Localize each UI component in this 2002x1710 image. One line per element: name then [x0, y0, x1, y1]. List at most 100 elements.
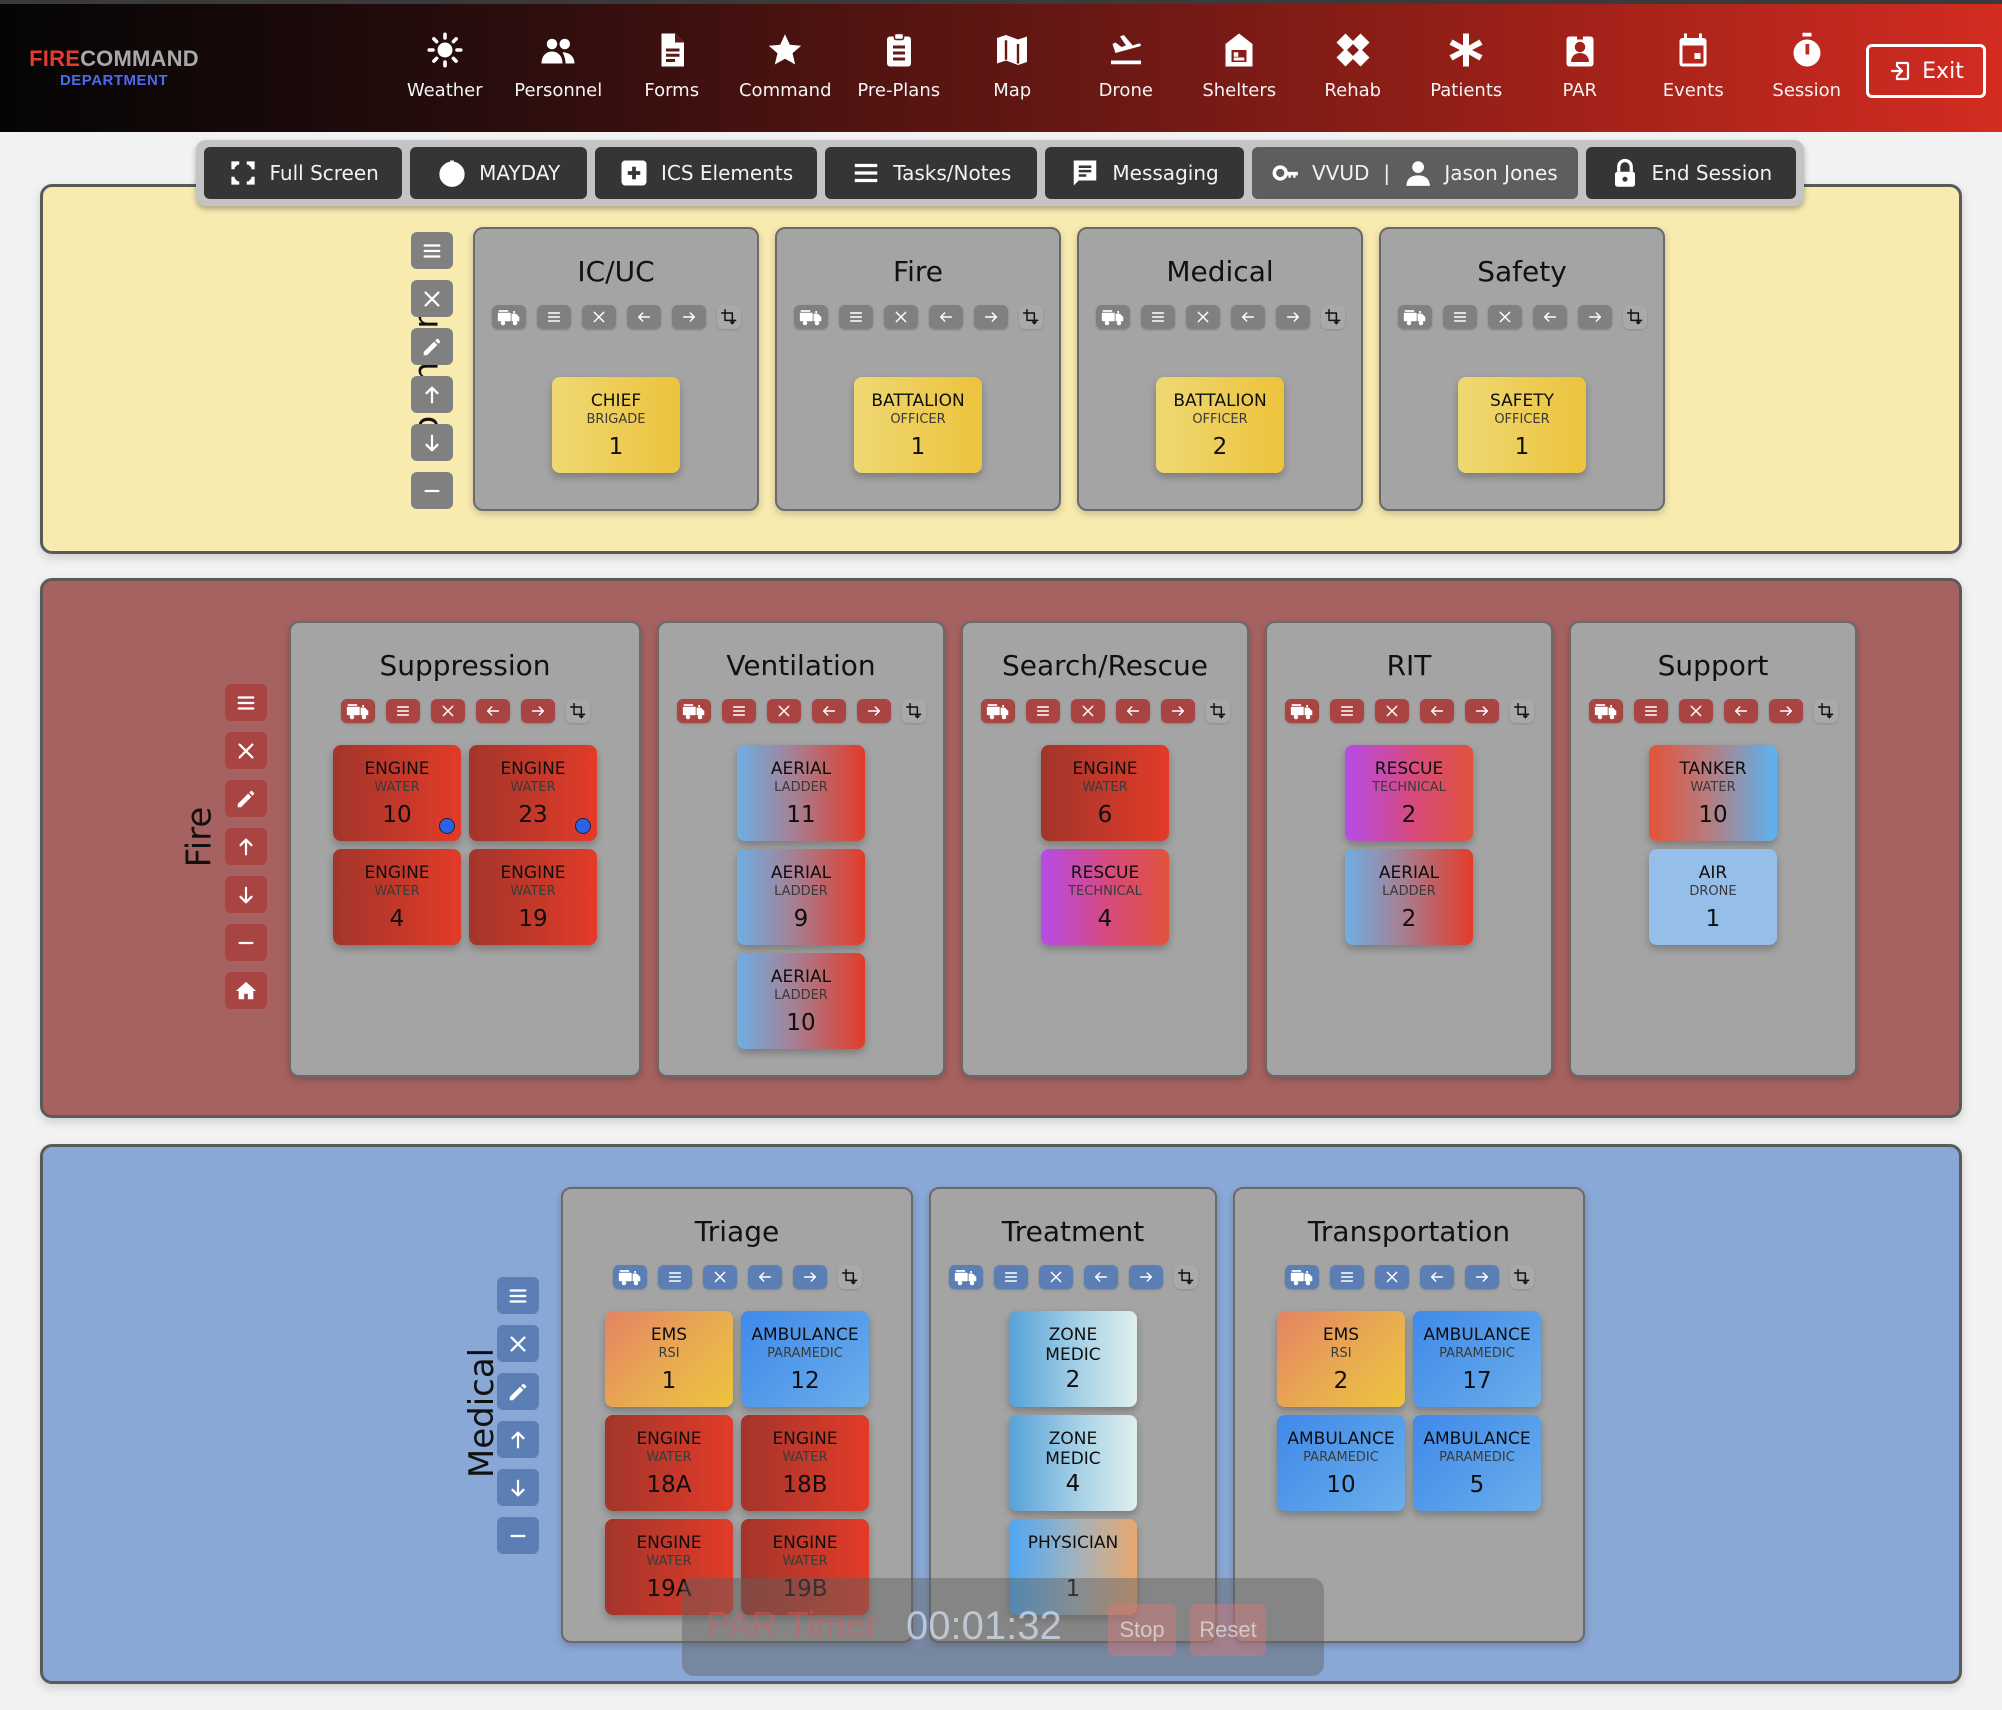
add-unit-button[interactable] — [1588, 699, 1623, 723]
unit-card[interactable]: BATTALION OFFICER 2 — [1156, 377, 1284, 473]
nav-item-patients[interactable]: Patients — [1410, 32, 1524, 101]
group-move-right-button[interactable] — [671, 305, 706, 329]
unit-card[interactable]: BATTALION OFFICER 1 — [854, 377, 982, 473]
unit-card[interactable]: ENGINE WATER 18B — [741, 1415, 869, 1511]
group-menu-button[interactable] — [1329, 1265, 1364, 1289]
section-close-button[interactable] — [497, 1325, 539, 1362]
group-close-button[interactable] — [1038, 1265, 1073, 1289]
group-move-right-button[interactable] — [520, 699, 555, 723]
section-edit-button[interactable] — [497, 1373, 539, 1410]
unit-card[interactable]: ENGINE WATER 23 — [469, 745, 597, 841]
group-move-right-button[interactable] — [1275, 305, 1310, 329]
nav-item-forms[interactable]: Forms — [615, 32, 729, 101]
group-close-button[interactable] — [1374, 1265, 1409, 1289]
group-move-right-button[interactable] — [792, 1265, 827, 1289]
section-menu-button[interactable] — [497, 1277, 539, 1314]
section-edit-button[interactable] — [225, 780, 267, 817]
unit-card[interactable]: ENGINE WATER 19 — [469, 849, 597, 945]
group-treatment[interactable]: Treatment ZONE MEDIC 2 ZONE MEDIC 4 PHYSICIAN 1 — [929, 1187, 1217, 1643]
group-menu-button[interactable] — [536, 305, 571, 329]
section-menu-button[interactable] — [411, 232, 453, 269]
group-move-left-button[interactable] — [475, 699, 510, 723]
section-move-up-button[interactable] — [411, 376, 453, 413]
group-triage[interactable]: Triage EMS RSI 1 AMBULANCE PARAMEDIC 12 ENGINE W… — [561, 1187, 913, 1643]
section-move-down-button[interactable] — [411, 424, 453, 461]
group-close-button[interactable] — [1374, 699, 1409, 723]
section-collapse-button[interactable] — [225, 924, 267, 961]
section-collapse-button[interactable] — [411, 472, 453, 509]
mayday-button[interactable]: MAYDAY — [410, 147, 587, 199]
nav-item-command[interactable]: Command — [729, 32, 843, 101]
group-menu-button[interactable] — [1442, 305, 1477, 329]
add-unit-button[interactable] — [793, 305, 828, 329]
group-resize-button[interactable] — [1509, 699, 1534, 723]
section-move-up-button[interactable] — [225, 828, 267, 865]
nav-item-session[interactable]: Session — [1750, 32, 1864, 101]
group-move-left-button[interactable] — [1532, 305, 1567, 329]
section-menu-button[interactable] — [225, 684, 267, 721]
unit-card[interactable]: TANKER WATER 10 — [1649, 745, 1777, 841]
group-support[interactable]: Support TANKER WATER 10 AIR DRONE 1 — [1569, 621, 1857, 1077]
add-unit-button[interactable] — [612, 1265, 647, 1289]
section-close-button[interactable] — [225, 732, 267, 769]
group-search-rescue[interactable]: Search/Rescue ENGINE WATER 6 RESCUE TECHNICAL… — [961, 621, 1249, 1077]
unit-card[interactable]: AMBULANCE PARAMEDIC 10 — [1277, 1415, 1405, 1511]
group-move-right-button[interactable] — [1464, 699, 1499, 723]
group-resize-button[interactable] — [1622, 305, 1647, 329]
group-resize-button[interactable] — [1205, 699, 1230, 723]
unit-card[interactable]: EMS RSI 2 — [1277, 1311, 1405, 1407]
group-menu-button[interactable] — [721, 699, 756, 723]
unit-card[interactable]: RESCUE TECHNICAL 4 — [1041, 849, 1169, 945]
group-move-left-button[interactable] — [1723, 699, 1758, 723]
group-menu-button[interactable] — [1633, 699, 1668, 723]
nav-item-rehab[interactable]: Rehab — [1296, 32, 1410, 101]
group-menu-button[interactable] — [838, 305, 873, 329]
nav-item-shelters[interactable]: Shelters — [1183, 32, 1297, 101]
section-move-down-button[interactable] — [225, 876, 267, 913]
group-rit[interactable]: RIT RESCUE TECHNICAL 2 AERIAL LADDER 2 — [1265, 621, 1553, 1077]
add-unit-button[interactable] — [491, 305, 526, 329]
nav-item-map[interactable]: Map — [956, 32, 1070, 101]
brand-logo[interactable]: FIRECOMMAND DEPARTMENT — [24, 46, 204, 89]
unit-card[interactable]: RESCUE TECHNICAL 2 — [1345, 745, 1473, 841]
unit-card[interactable]: ENGINE WATER 18A — [605, 1415, 733, 1511]
unit-card[interactable]: ZONE MEDIC 2 — [1009, 1311, 1137, 1407]
group-resize-button[interactable] — [1173, 1265, 1198, 1289]
group-move-left-button[interactable] — [1419, 1265, 1454, 1289]
unit-card[interactable]: AMBULANCE PARAMEDIC 12 — [741, 1311, 869, 1407]
nav-item-events[interactable]: Events — [1637, 32, 1751, 101]
group-move-right-button[interactable] — [1464, 1265, 1499, 1289]
group-move-left-button[interactable] — [1083, 1265, 1118, 1289]
group-close-button[interactable] — [1070, 699, 1105, 723]
group-resize-button[interactable] — [1320, 305, 1345, 329]
unit-card[interactable]: AERIAL LADDER 11 — [737, 745, 865, 841]
group-close-button[interactable] — [1678, 699, 1713, 723]
group-move-right-button[interactable] — [973, 305, 1008, 329]
unit-card[interactable]: AIR DRONE 1 — [1649, 849, 1777, 945]
section-move-up-button[interactable] — [497, 1421, 539, 1458]
group-ic-uc[interactable]: IC/UC CHIEF BRIGADE 1 — [473, 227, 759, 511]
add-unit-button[interactable] — [676, 699, 711, 723]
unit-card[interactable]: CHIEF BRIGADE 1 — [552, 377, 680, 473]
session-user-button[interactable]: VVUD | Jason Jones — [1251, 147, 1578, 199]
group-close-button[interactable] — [1185, 305, 1220, 329]
unit-card[interactable]: AMBULANCE PARAMEDIC 5 — [1413, 1415, 1541, 1511]
group-resize-button[interactable] — [901, 699, 926, 723]
add-unit-button[interactable] — [1397, 305, 1432, 329]
unit-card[interactable]: AERIAL LADDER 10 — [737, 953, 865, 1049]
add-unit-button[interactable] — [1284, 699, 1319, 723]
group-safety[interactable]: Safety SAFETY OFFICER 1 — [1379, 227, 1665, 511]
group-move-left-button[interactable] — [747, 1265, 782, 1289]
group-resize-button[interactable] — [1813, 699, 1838, 723]
exit-button[interactable]: Exit — [1866, 44, 1986, 98]
group-close-button[interactable] — [1487, 305, 1522, 329]
nav-item-pre-plans[interactable]: Pre-Plans — [842, 32, 956, 101]
unit-card[interactable]: ENGINE WATER 10 — [333, 745, 461, 841]
nav-item-weather[interactable]: Weather — [388, 32, 502, 101]
add-unit-button[interactable] — [980, 699, 1015, 723]
full-screen-button[interactable]: Full Screen — [204, 147, 403, 199]
nav-item-personnel[interactable]: Personnel — [502, 32, 616, 101]
unit-card[interactable]: ENGINE WATER 6 — [1041, 745, 1169, 841]
group-resize-button[interactable] — [1509, 1265, 1534, 1289]
group-close-button[interactable] — [883, 305, 918, 329]
